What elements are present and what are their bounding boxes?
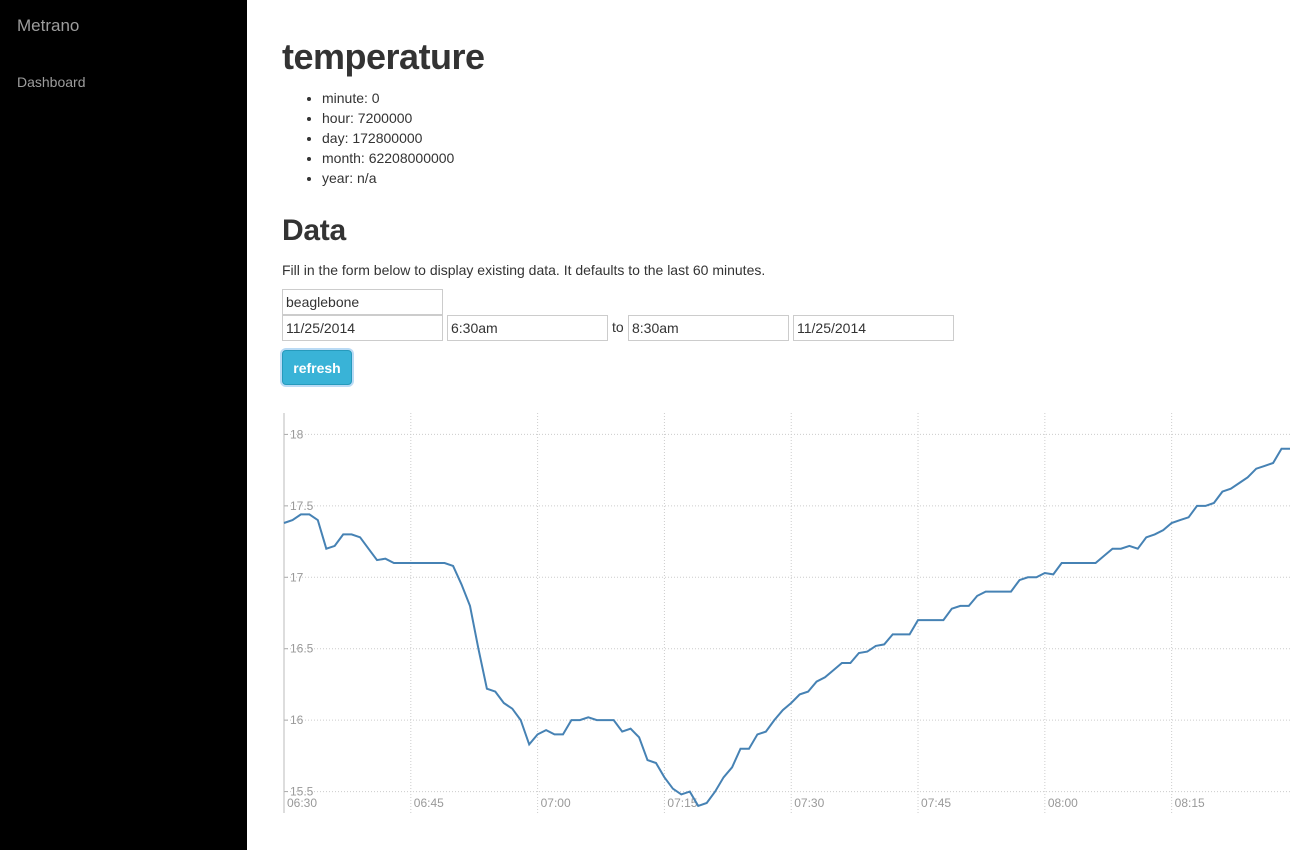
temperature-series-line [283,447,1290,808]
x-tick-label: 06:30 [287,796,317,810]
x-tick-label: 08:00 [1048,796,1078,810]
param-day: day: 172800000 [322,128,454,148]
x-tick-label: 08:15 [1175,796,1205,810]
y-tick-label: 17.5 [290,499,314,513]
y-tick-label: 16 [290,713,304,727]
x-tick-label: 07:30 [794,796,824,810]
chart-tick-labels: 15.51616.51717.51806:30 06:45 07:00 07:15 07… [287,427,1205,810]
from-time-input[interactable] [447,315,608,341]
to-date-input[interactable] [793,315,954,341]
chart-grid [283,413,1290,813]
x-tick-label: 07:00 [541,796,571,810]
main-content: temperature minute: 0 hour: 7200000 day:… [282,0,1302,850]
from-date-input[interactable] [282,315,443,341]
param-year: year: n/a [322,168,454,188]
data-heading: Data [282,214,346,247]
to-label: to [612,319,624,335]
x-tick-label: 07:45 [921,796,951,810]
to-time-input[interactable] [628,315,789,341]
page-title: temperature [282,36,485,77]
source-input[interactable] [282,289,443,315]
sidebar-item-dashboard[interactable]: Dashboard [17,74,86,90]
y-tick-label: 16.5 [290,642,314,656]
retention-params-list: minute: 0 hour: 7200000 day: 172800000 m… [322,88,454,188]
sidebar: Metrano Dashboard [0,0,247,850]
data-description: Fill in the form below to display existi… [282,262,766,278]
y-tick-label: 17 [290,570,304,584]
param-month: month: 62208000000 [322,148,454,168]
param-minute: minute: 0 [322,88,454,108]
brand-logo-text[interactable]: Metrano [17,16,79,36]
temperature-line-chart: 15.51616.51717.51806:30 06:45 07:00 07:15 07… [283,413,1290,813]
param-hour: hour: 7200000 [322,108,454,128]
refresh-button[interactable]: refresh [282,350,352,385]
x-tick-label: 06:45 [414,796,444,810]
y-tick-label: 18 [290,427,304,441]
